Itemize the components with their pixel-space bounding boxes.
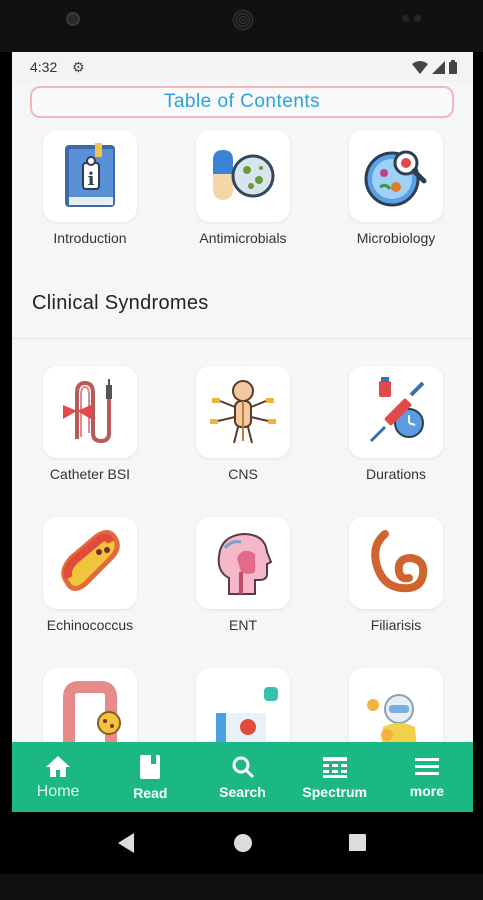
toc-item-cns[interactable]: CNS (196, 366, 290, 482)
system-navigation-bar (12, 812, 473, 874)
toc-item-label: Echinococcus (46, 617, 134, 633)
nav-spectrum[interactable]: Spectrum (289, 742, 381, 812)
menu-icon (414, 757, 439, 775)
toc-item-ent[interactable]: ENT (196, 517, 290, 633)
bottom-navigation: Home Read Search Spectrum more (12, 742, 473, 812)
toc-item-durations[interactable]: Durations (349, 366, 443, 482)
nervous-system-icon (196, 366, 290, 458)
signal-icon (432, 60, 445, 74)
battery-icon (449, 60, 457, 74)
worm-icon (43, 517, 137, 609)
wifi-icon (412, 60, 428, 74)
back-icon[interactable] (116, 832, 136, 854)
phone-top-bezel (0, 0, 483, 52)
toc-item-antimicrobials[interactable]: Antimicrobials (196, 130, 290, 246)
toc-item-label: Catheter BSI (49, 466, 131, 482)
nav-label: more (409, 782, 445, 799)
nav-read[interactable]: Read (104, 742, 196, 812)
status-icons (412, 60, 457, 74)
proximity-sensor (402, 15, 409, 22)
toc-item-label: Antimicrobials (199, 230, 287, 246)
app-screen: 4:32 ⚙ Table of Contents i Introduction (12, 52, 473, 812)
syringe-clock-icon (349, 366, 443, 458)
home-button-icon[interactable] (233, 833, 253, 853)
gear-icon: ⚙ (72, 59, 85, 75)
book-icon (140, 754, 161, 779)
book-info-icon: i (43, 130, 137, 222)
toc-item-label: Filiarisis (370, 617, 422, 633)
svg-text:i: i (88, 169, 95, 190)
toc-item-catheter-bsi[interactable]: Catheter BSI (43, 366, 137, 482)
front-camera (66, 12, 80, 26)
earpiece-speaker (232, 9, 254, 31)
nav-label: Read (133, 784, 168, 801)
status-bar: 4:32 ⚙ (12, 52, 473, 82)
petri-dish-magnifier-icon (349, 130, 443, 222)
search-icon (232, 756, 254, 778)
catheter-icon (43, 366, 137, 458)
toc-item-label: Microbiology (356, 230, 436, 246)
home-icon (46, 755, 71, 777)
nav-more[interactable]: more (381, 742, 473, 812)
toc-item-introduction[interactable]: i Introduction (43, 130, 137, 246)
toc-item-filiarisis[interactable]: Filiarisis (349, 517, 443, 633)
toc-item-label: CNS (228, 466, 258, 482)
nav-search[interactable]: Search (196, 742, 288, 812)
toc-item-microbiology[interactable]: Microbiology (349, 130, 443, 246)
toc-item-echinococcus[interactable]: Echinococcus (43, 517, 137, 633)
page-title: Table of Contents (30, 86, 454, 118)
filaria-worm-icon (349, 517, 443, 609)
toc-item-label: ENT (229, 617, 257, 633)
light-sensor (414, 15, 421, 22)
phone-bottom-bezel (0, 874, 483, 900)
toc-item-label: Durations (366, 466, 426, 482)
head-profile-icon (196, 517, 290, 609)
status-time: 4:32 (30, 59, 58, 75)
section-title: Clinical Syndromes (32, 292, 209, 314)
recents-icon[interactable] (348, 833, 367, 852)
nav-label: Search (219, 783, 266, 800)
pill-petri-icon (196, 130, 290, 222)
spectrum-icon (322, 756, 347, 778)
toc-item-label: Introduction (53, 230, 127, 246)
section-divider (12, 338, 473, 339)
nav-label: Spectrum (302, 783, 367, 800)
nav-home[interactable]: Home (12, 742, 104, 812)
nav-label: Home (36, 782, 80, 800)
